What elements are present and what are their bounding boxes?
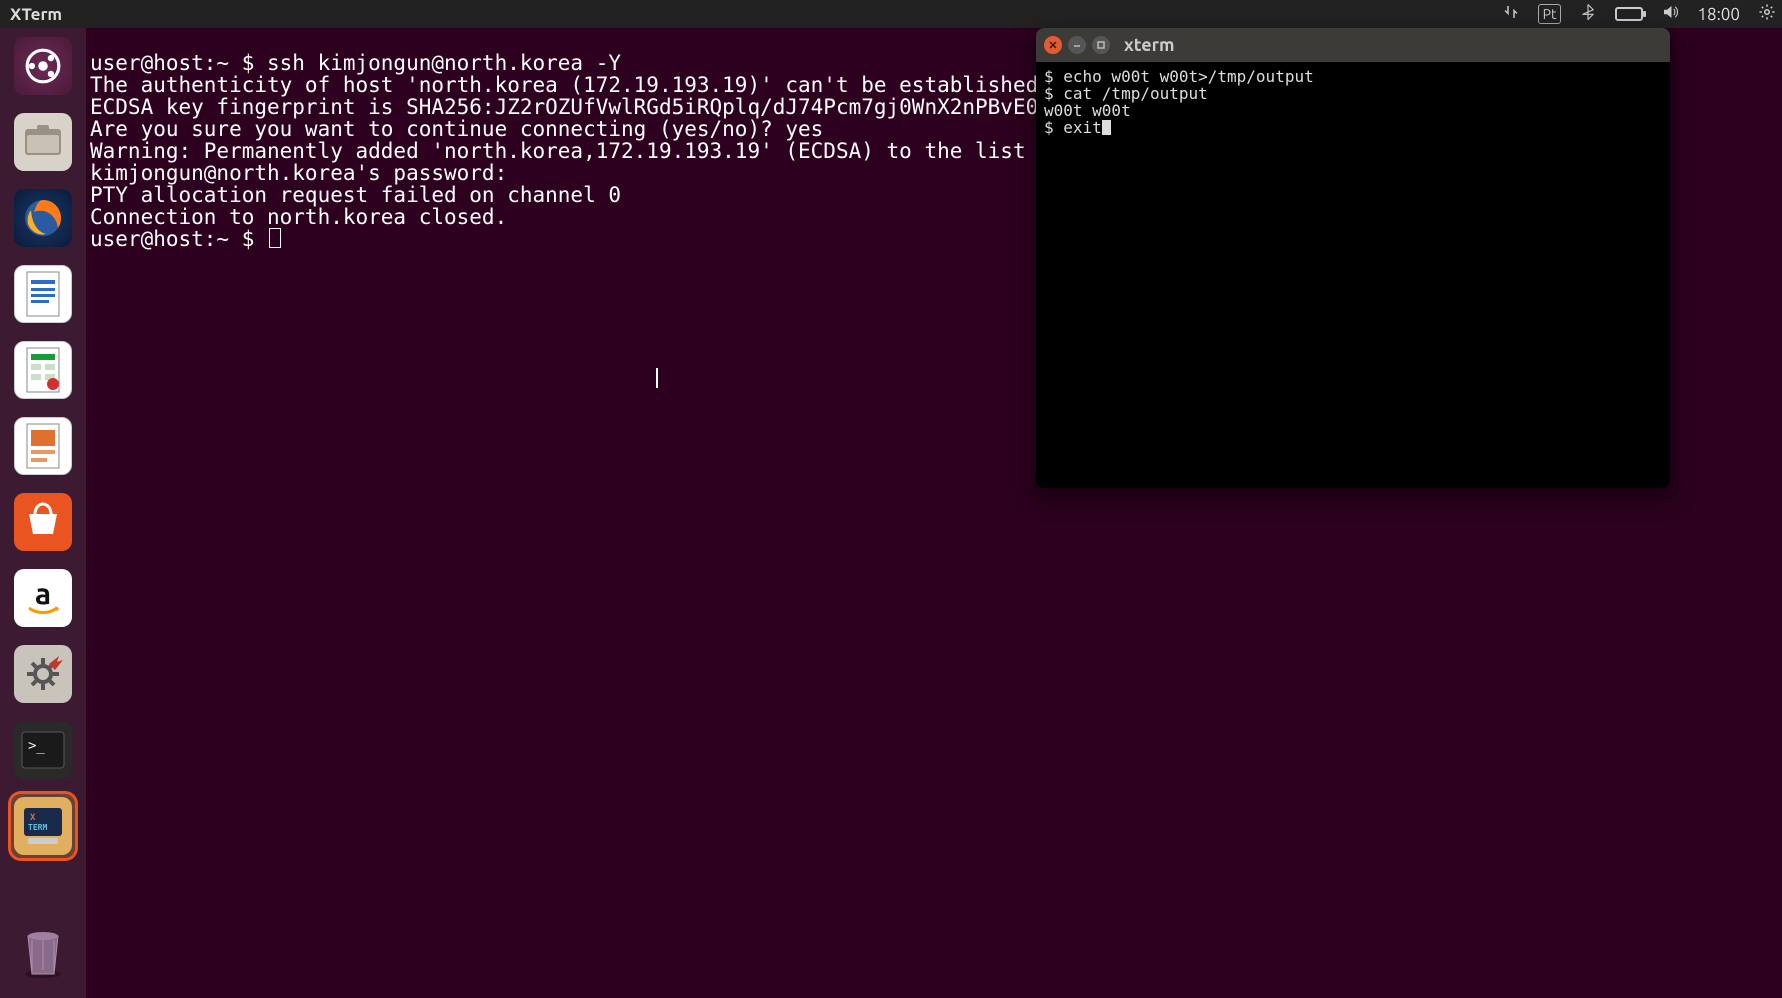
terminal-line: The authenticity of host 'north.korea (1… — [90, 73, 1051, 97]
network-icon[interactable] — [1502, 3, 1520, 25]
gear-icon[interactable] — [1758, 3, 1776, 25]
terminal-prompt: user@host:~ $ — [90, 227, 267, 251]
xterm-titlebar[interactable]: xterm — [1036, 28, 1670, 62]
clock[interactable]: 18:00 — [1697, 5, 1740, 24]
writer-icon[interactable] — [11, 262, 75, 326]
files-icon[interactable] — [11, 110, 75, 174]
amazon-icon[interactable]: a — [11, 566, 75, 630]
svg-text:X: X — [30, 813, 36, 823]
software-icon[interactable] — [11, 490, 75, 554]
bluetooth-icon[interactable] — [1579, 3, 1597, 25]
terminal-line: user@host:~ $ ssh kimjongun@north.korea … — [90, 51, 621, 75]
impress-icon[interactable] — [11, 414, 75, 478]
terminal-icon[interactable]: >_ — [11, 718, 75, 782]
window-title: XTerm — [6, 5, 62, 24]
terminal-line: Connection to north.korea closed. — [90, 205, 507, 229]
trash-icon[interactable] — [11, 920, 75, 984]
terminal-line: Warning: Permanently added 'north.korea,… — [90, 139, 1114, 163]
svg-text:a: a — [35, 576, 51, 610]
text-cursor-ibeam — [656, 368, 658, 388]
svg-text:TERM: TERM — [28, 823, 47, 832]
dash-icon[interactable] — [11, 34, 75, 98]
minimize-icon[interactable] — [1068, 36, 1086, 54]
battery-icon[interactable] — [1615, 7, 1643, 21]
top-menubar: XTerm Pt 18:00 — [0, 0, 1782, 28]
calc-icon[interactable] — [11, 338, 75, 402]
xterm-icon[interactable]: XTERM — [11, 794, 75, 858]
volume-icon[interactable] — [1661, 3, 1679, 25]
settings-icon[interactable] — [11, 642, 75, 706]
xterm-content[interactable]: $ echo w00t w00t>/tmp/output $ cat /tmp/… — [1036, 62, 1670, 488]
xterm-floating-window[interactable]: xterm $ echo w00t w00t>/tmp/output $ cat… — [1036, 28, 1670, 488]
firefox-icon[interactable] — [11, 186, 75, 250]
cursor-icon — [269, 228, 281, 248]
terminal-line: $ exit — [1044, 118, 1102, 137]
svg-text:>_: >_ — [28, 738, 45, 754]
system-tray: Pt 18:00 — [1502, 3, 1776, 25]
cursor-icon — [1102, 120, 1111, 135]
maximize-icon[interactable] — [1092, 36, 1110, 54]
terminal-line: kimjongun@north.korea's password: — [90, 161, 520, 185]
terminal-line: Are you sure you want to continue connec… — [90, 117, 823, 141]
close-icon[interactable] — [1044, 36, 1062, 54]
xterm-window-title: xterm — [1124, 35, 1175, 55]
terminal-line: ECDSA key fingerprint is SHA256:JZ2rOZUf… — [90, 95, 1051, 119]
input-method-indicator[interactable]: Pt — [1538, 4, 1562, 24]
launcher-dock: a >_ XTERM — [0, 28, 86, 998]
terminal-line: PTY allocation request failed on channel… — [90, 183, 621, 207]
